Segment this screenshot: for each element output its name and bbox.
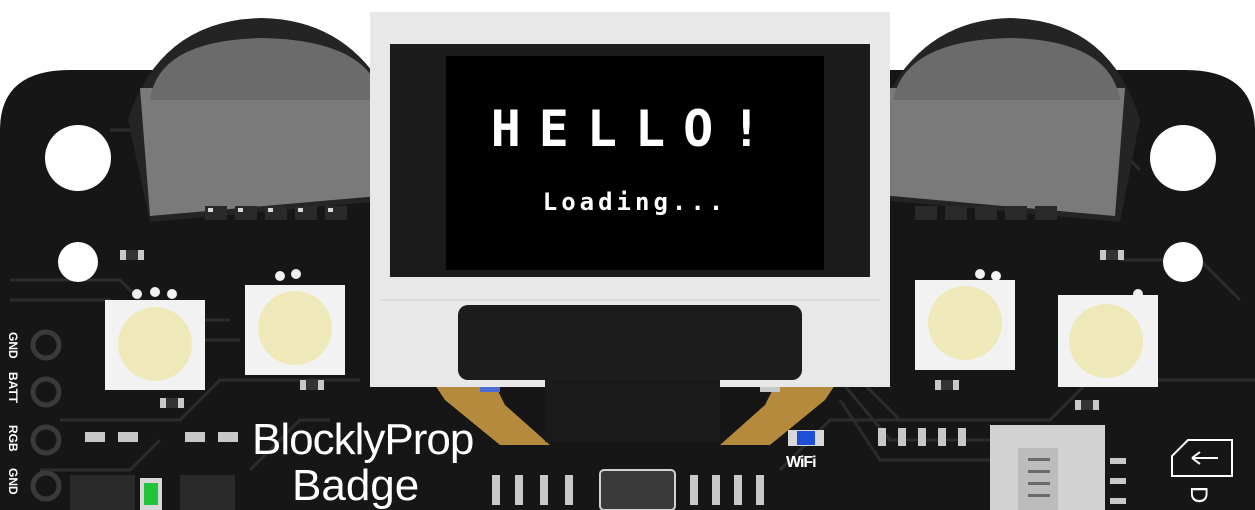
header-pin-label: GND — [6, 468, 20, 495]
left-button-housing[interactable] — [128, 18, 395, 222]
header-pin-label: GND — [6, 332, 20, 359]
header-pin-label: BATT — [6, 372, 20, 404]
status-led — [140, 478, 162, 510]
board-name-label: BlocklyProp — [252, 415, 474, 464]
oled-status-text: Loading... — [542, 188, 728, 216]
oled-title-text: HELLO! — [490, 100, 780, 158]
mount-hole — [1163, 242, 1203, 282]
rgb-led — [915, 269, 1015, 370]
board-subtitle-label: Badge — [292, 461, 420, 510]
oled-module — [370, 12, 890, 442]
header-pin-label: RGB — [6, 425, 20, 452]
mount-hole — [1150, 125, 1216, 191]
mount-hole — [58, 242, 98, 282]
rgb-led — [1058, 289, 1158, 387]
right-button-housing[interactable] — [880, 18, 1140, 222]
wifi-led — [788, 430, 824, 446]
badge-board — [0, 12, 1255, 510]
oled-screen — [446, 56, 824, 270]
mount-hole — [45, 125, 111, 191]
sd-label: D — [1185, 486, 1212, 504]
rgb-led — [105, 287, 205, 390]
wifi-label: WiFi — [786, 454, 817, 471]
